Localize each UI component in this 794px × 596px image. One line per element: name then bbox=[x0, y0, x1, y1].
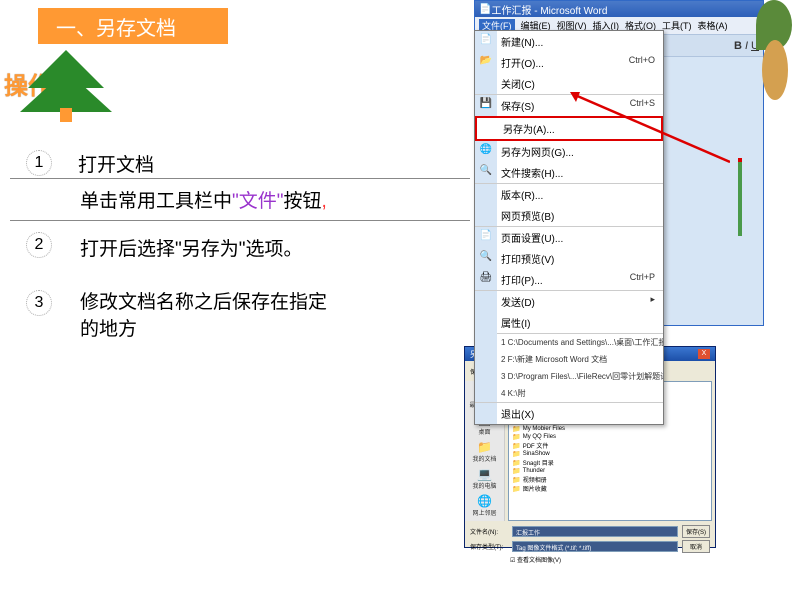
menu-item[interactable]: 🌐另存为网页(G)... bbox=[475, 141, 663, 162]
menu-item[interactable]: 🖨打印(P)...Ctrl+P bbox=[475, 269, 663, 290]
step-number-3: 3 bbox=[26, 290, 52, 316]
word-titlebar: 📄 工作汇报 - Microsoft Word bbox=[475, 1, 763, 17]
menu-item[interactable]: 🔍打印预览(V) bbox=[475, 248, 663, 269]
section-title-text: 一、另存文档 bbox=[56, 12, 176, 41]
divider bbox=[10, 220, 470, 221]
recent-file[interactable]: 2 F:\新建 Microsoft Word 文档 bbox=[475, 351, 663, 368]
side-bar-decoration bbox=[738, 158, 742, 236]
file-item[interactable]: 📁Thunder bbox=[511, 467, 568, 475]
step-2-text: 打开后选择"另存为"选项。 bbox=[80, 234, 303, 261]
menu-item[interactable]: 网页预览(B) bbox=[475, 205, 663, 226]
menu-item[interactable]: 📄页面设置(U)... bbox=[475, 226, 663, 248]
menu-item-exit[interactable]: 退出(X) bbox=[475, 402, 663, 424]
toolbar-bold[interactable]: B bbox=[734, 40, 742, 52]
file-item[interactable]: 📁PDF 文件 bbox=[511, 441, 568, 450]
close-button[interactable]: X bbox=[698, 349, 710, 359]
file-item[interactable]: 📁SnagIt 目录 bbox=[511, 458, 568, 467]
step-1b-text: 单击常用工具栏中"文件"按钮, bbox=[80, 186, 327, 213]
filetype-label: 保存类型(T): bbox=[470, 542, 508, 551]
toolbar-italic[interactable]: I bbox=[745, 40, 748, 52]
file-item[interactable]: 📁My Mobier Files bbox=[511, 425, 568, 433]
step-1-text: 打开文档 bbox=[78, 150, 154, 177]
step-3-text: 修改文档名称之后保存在指定的地方 bbox=[80, 290, 340, 343]
cancel-button[interactable]: 取消 bbox=[682, 540, 710, 553]
menu-item[interactable]: 📄新建(N)... bbox=[475, 31, 663, 52]
section-title: 一、另存文档 bbox=[38, 8, 228, 44]
recent-file[interactable]: 1 C:\Documents and Settings\...\桌面\工作汇报 bbox=[475, 334, 663, 351]
file-item[interactable]: 📁My QQ Files bbox=[511, 433, 568, 441]
file-menu-dropdown: 📄新建(N)...📂打开(O)...Ctrl+O关闭(C)💾保存(S)Ctrl+… bbox=[474, 30, 664, 425]
filename-label: 文件名(N): bbox=[470, 527, 508, 536]
view-checkbox[interactable]: ☑ 查看文档图像(V) bbox=[470, 555, 710, 564]
menu-item[interactable]: 属性(I) bbox=[475, 312, 663, 333]
menu-item[interactable]: 关闭(C) bbox=[475, 73, 663, 94]
menu-item[interactable]: 📂打开(O)...Ctrl+O bbox=[475, 52, 663, 73]
filename-input[interactable]: 汇报工作 bbox=[512, 526, 678, 537]
divider bbox=[10, 178, 470, 179]
menu-item[interactable]: 表格(A) bbox=[698, 19, 728, 32]
recent-file[interactable]: 4 K:\附 bbox=[475, 385, 663, 402]
word-title-text: 工作汇报 - Microsoft Word bbox=[491, 2, 607, 17]
file-item[interactable]: 📁视频相册 bbox=[511, 475, 568, 484]
step-number-1: 1 bbox=[26, 150, 52, 176]
sidebar-location[interactable]: 🌐网上邻居 bbox=[465, 492, 504, 519]
menu-item[interactable]: 工具(T) bbox=[662, 19, 692, 32]
save-button[interactable]: 保存(S) bbox=[682, 525, 710, 538]
file-item[interactable]: 📁图片收藏 bbox=[511, 484, 568, 493]
filetype-dropdown[interactable]: Tag 图像文件格式 (*.tif; *.tiff) bbox=[512, 541, 678, 552]
menu-item[interactable]: 另存为(A)... bbox=[475, 116, 663, 141]
menu-item[interactable]: 版本(R)... bbox=[475, 183, 663, 205]
sidebar-location[interactable]: 📁我的文档 bbox=[465, 438, 504, 465]
menu-item[interactable]: 💾保存(S)Ctrl+S bbox=[475, 94, 663, 116]
recent-file[interactable]: 3 D:\Program Files\...\FileRecv\回零计划解题讲话 bbox=[475, 368, 663, 385]
step-number-2: 2 bbox=[26, 232, 52, 258]
menu-item[interactable]: 🔍文件搜索(H)... bbox=[475, 162, 663, 183]
sidebar-location[interactable]: 💻我的电脑 bbox=[465, 465, 504, 492]
file-item[interactable]: 📁SinaShow bbox=[511, 450, 568, 458]
leaf-decoration bbox=[754, 0, 794, 120]
menu-item[interactable]: 发送(D)▸ bbox=[475, 290, 663, 312]
